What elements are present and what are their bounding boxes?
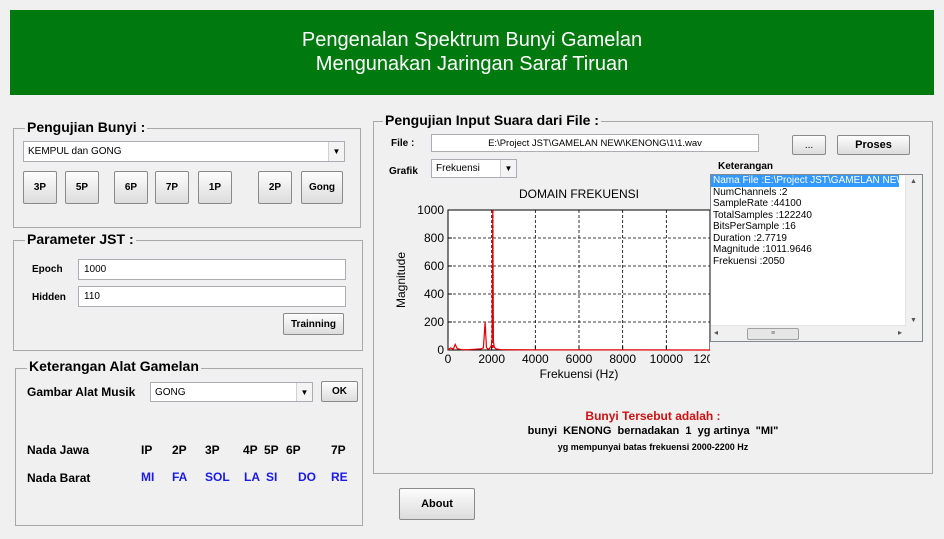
chart-title: DOMAIN FREKUENSI xyxy=(519,187,639,201)
file-path-value: E:\Project JST\GAMELAN NEW\KENONG\1\1.wa… xyxy=(488,137,702,149)
y-tick-label: 200 xyxy=(424,315,444,329)
keterangan-alat-title: Keterangan Alat Gamelan xyxy=(27,358,201,374)
note-button-gong[interactable]: Gong xyxy=(301,171,343,204)
x-tick-label: 4000 xyxy=(522,352,549,366)
nada-jawa-label: Nada Jawa xyxy=(27,443,90,457)
grafik-label: Grafik xyxy=(389,166,418,177)
epoch-label: Epoch xyxy=(32,264,63,275)
result-title: Bunyi Tersebut adalah : xyxy=(585,409,721,423)
vertical-scrollbar[interactable]: ▲ ▼ xyxy=(905,175,922,327)
nada-barat-re: RE xyxy=(331,470,348,484)
about-button[interactable]: About xyxy=(399,488,475,520)
nada-barat-si: SI xyxy=(266,470,278,484)
nada-barat-mi: MI xyxy=(141,470,155,484)
training-button[interactable]: Trainning xyxy=(283,313,344,335)
epoch-field[interactable]: 1000 xyxy=(78,259,346,280)
sound-selector[interactable]: KEMPUL dan GONG ▼ xyxy=(23,141,345,162)
keterangan-label: Keterangan xyxy=(718,161,774,172)
pengujian-bunyi-title: Pengujian Bunyi : xyxy=(25,119,148,135)
x-tick-label: 6000 xyxy=(566,352,593,366)
y-tick-label: 1000 xyxy=(417,203,444,217)
info-item[interactable]: Duration :2.7719 xyxy=(711,233,922,245)
y-tick-label: 0 xyxy=(437,343,444,357)
gambar-alat-label: Gambar Alat Musik xyxy=(27,385,136,399)
epoch-value: 1000 xyxy=(84,264,107,275)
y-tick-label: 400 xyxy=(424,287,444,301)
note-button-3p[interactable]: 3P xyxy=(23,171,57,204)
scroll-corner xyxy=(906,326,922,341)
note-button-6p[interactable]: 6P xyxy=(114,171,148,204)
scroll-right-icon[interactable]: ▸ xyxy=(898,328,902,337)
nada-jawa-3p: 3P xyxy=(205,443,220,457)
instrument-selector-value: GONG xyxy=(155,386,186,398)
hidden-value: 110 xyxy=(84,291,100,302)
info-item[interactable]: Frekuensi :2050 xyxy=(711,256,922,268)
chevron-down-icon: ▼ xyxy=(500,160,516,177)
info-item[interactable]: Magnitude :1011.9646 xyxy=(711,244,922,256)
y-tick-label: 600 xyxy=(424,259,444,273)
note-button-1p[interactable]: 1P xyxy=(198,171,232,204)
info-item[interactable]: Nama File :E:\Project JST\GAMELAN NEW\KE… xyxy=(711,175,899,187)
proses-button[interactable]: Proses xyxy=(837,135,910,155)
scroll-thumb[interactable]: ≡ xyxy=(747,328,799,340)
y-axis-label: Magnitude xyxy=(394,252,408,308)
info-item[interactable]: NumChannels :2 xyxy=(711,187,922,199)
instrument-selector[interactable]: GONG ▼ xyxy=(150,382,313,402)
nada-jawa-5p: 5P xyxy=(264,443,279,457)
title-line-2: Mengunakan Jaringan Saraf Tiruan xyxy=(315,53,629,75)
nada-barat-sol: SOL xyxy=(205,470,230,484)
scroll-up-icon[interactable]: ▲ xyxy=(910,178,917,185)
chevron-down-icon: ▼ xyxy=(296,383,312,401)
ok-button[interactable]: OK xyxy=(321,381,358,402)
sound-selector-value: KEMPUL dan GONG xyxy=(28,146,122,157)
nada-jawa-4p: 4P xyxy=(243,443,258,457)
chevron-down-icon: ▼ xyxy=(328,142,344,161)
hidden-label: Hidden xyxy=(32,292,66,303)
horizontal-scrollbar[interactable]: ◂ ≡ ▸ xyxy=(711,325,906,341)
nada-jawa-7p: 7P xyxy=(331,443,346,457)
x-tick-label: 10000 xyxy=(650,352,684,366)
note-button-5p[interactable]: 5P xyxy=(65,171,99,204)
scroll-left-icon[interactable]: ◂ xyxy=(714,328,718,337)
result-line: bunyi KENONG bernadakan 1 yg artinya "MI… xyxy=(527,425,779,437)
title-banner: Pengenalan Spektrum Bunyi Gamelan Mengun… xyxy=(10,10,934,95)
scroll-down-icon[interactable]: ▼ xyxy=(910,317,917,324)
title-line-1: Pengenalan Spektrum Bunyi Gamelan xyxy=(301,29,643,51)
note-button-7p[interactable]: 7P xyxy=(155,171,189,204)
file-path-field[interactable]: E:\Project JST\GAMELAN NEW\KENONG\1\1.wa… xyxy=(431,134,759,152)
browse-button[interactable]: ... xyxy=(792,135,826,155)
nada-jawa-2p: 2P xyxy=(172,443,187,457)
x-tick-label: 8000 xyxy=(609,352,636,366)
nada-barat-fa: FA xyxy=(172,470,188,484)
nada-jawa-ip: IP xyxy=(141,443,153,457)
x-axis-label: Frekuensi (Hz) xyxy=(540,367,619,381)
y-tick-label: 800 xyxy=(424,231,444,245)
file-label: File : xyxy=(391,138,415,149)
frequency-chart: 0 2000 4000 6000 8000 10000 12000 0 200 400 600 800… xyxy=(394,187,710,381)
x-tick-label: 12000 xyxy=(693,352,710,366)
hidden-field[interactable]: 110 xyxy=(78,286,346,307)
info-items: Nama File :E:\Project JST\GAMELAN NEW\KE… xyxy=(711,175,922,267)
note-button-2p[interactable]: 2P xyxy=(258,171,292,204)
result-sub: yg mempunyai batas frekuensi 2000-2200 H… xyxy=(557,442,749,452)
x-tick-label: 2000 xyxy=(478,352,505,366)
info-listbox[interactable]: Nama File :E:\Project JST\GAMELAN NEW\KE… xyxy=(710,174,923,342)
x-tick-label: 0 xyxy=(445,352,452,366)
file-input-title: Pengujian Input Suara dari File : xyxy=(383,112,601,128)
nada-barat-label: Nada Barat xyxy=(27,471,91,485)
grafik-selector-value: Frekuensi xyxy=(436,163,480,174)
grafik-selector[interactable]: Frekuensi ▼ xyxy=(431,159,517,178)
nada-jawa-6p: 6P xyxy=(286,443,301,457)
info-item[interactable]: SampleRate :44100 xyxy=(711,198,922,210)
info-item[interactable]: BitsPerSample :16 xyxy=(711,221,922,233)
nada-barat-la: LA xyxy=(244,470,260,484)
info-item[interactable]: TotalSamples :122240 xyxy=(711,210,922,222)
nada-barat-do: DO xyxy=(298,470,316,484)
parameter-jst-title: Parameter JST : xyxy=(25,231,136,247)
